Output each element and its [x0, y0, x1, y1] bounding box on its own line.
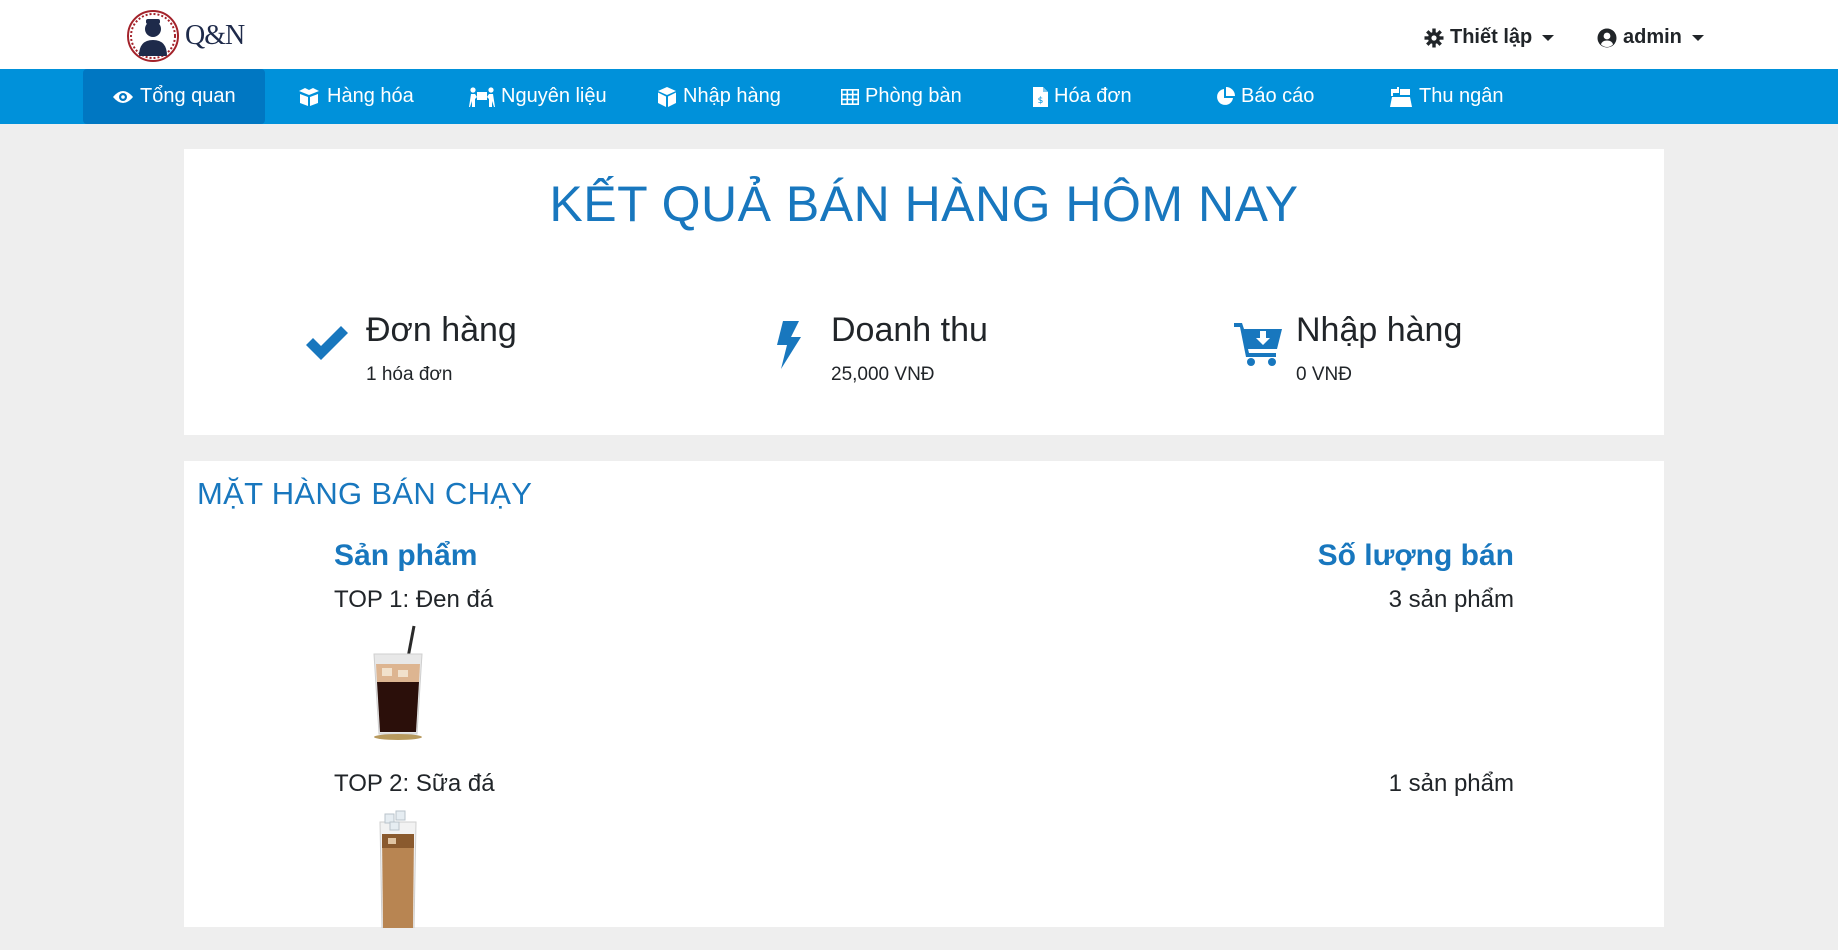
brand-text: Q&N [185, 20, 245, 51]
product-name: TOP 1: Đen đá [334, 586, 494, 613]
page-title: KẾT QUẢ BÁN HÀNG HÔM NAY [549, 176, 1299, 232]
column-header-product: Sản phẩm [334, 539, 478, 572]
svg-text:$: $ [1038, 96, 1044, 106]
nav-item-ingredients[interactable]: Nguyên liệu [469, 69, 607, 124]
main-nav: Tổng quan Hàng hóa Nguyên liệu Nhập hàng [0, 69, 1838, 124]
nav-item-label: Báo cáo [1241, 85, 1315, 107]
nav-item-import[interactable]: Nhập hàng [657, 69, 781, 124]
best-sellers-card: MẶT HÀNG BÁN CHẠY Sản phẩm Số lượng bán … [184, 461, 1664, 928]
list-item[interactable]: TOP 2: Sữa đá 1 sản phẩm [334, 770, 1514, 950]
stat-title: Đơn hàng [366, 311, 517, 349]
iced-milk-coffee-image [379, 810, 417, 928]
column-header-quantity: Số lượng bán [1317, 539, 1514, 572]
nav-item-label: Hóa đơn [1054, 85, 1132, 107]
stat-title: Nhập hàng [1296, 311, 1463, 349]
nav-item-goods[interactable]: Hàng hóa [297, 69, 414, 124]
list-item[interactable]: TOP 1: Đen đá 3 sản phẩm [334, 586, 1514, 766]
stat-revenue: Doanh thu 25,000 VNĐ [769, 311, 1189, 391]
chef-logo-icon [127, 10, 179, 62]
nav-item-rooms[interactable]: Phòng bàn [841, 69, 962, 124]
product-quantity: 3 sản phẩm [1388, 586, 1514, 613]
settings-label: Thiết lập [1450, 26, 1533, 48]
iced-black-coffee-image [373, 625, 423, 740]
nav-item-label: Phòng bàn [865, 85, 962, 107]
brand-logo[interactable]: Q&N [127, 9, 245, 63]
nav-item-label: Nhập hàng [683, 85, 781, 107]
nav-item-cashier[interactable]: Thu ngân [1389, 69, 1504, 124]
user-label: admin [1623, 26, 1682, 48]
nav-item-reports[interactable]: Báo cáo [1215, 69, 1314, 124]
check-icon [306, 326, 348, 360]
cash-register-icon [1390, 86, 1412, 107]
stat-value: 1 hóa đơn [366, 364, 453, 385]
nav-item-invoices[interactable]: $ Hóa đơn [1033, 69, 1132, 124]
nav-item-label: Thu ngân [1419, 85, 1504, 107]
chevron-down-icon [1542, 34, 1555, 41]
table-icon [841, 88, 859, 105]
nav-item-overview[interactable]: Tổng quan [83, 69, 265, 124]
gear-icon [1424, 28, 1444, 47]
chevron-down-icon [1691, 34, 1704, 41]
boxes-icon [299, 87, 319, 106]
section-title: MẶT HÀNG BÁN CHẠY [197, 476, 533, 511]
nav-item-label: Hàng hóa [327, 85, 414, 107]
product-quantity: 1 sản phẩm [1388, 770, 1514, 797]
top-header: Q&N Thiết lập admin [0, 0, 1838, 69]
nav-item-label: Nguyên liệu [501, 85, 607, 107]
stat-title: Doanh thu [831, 311, 988, 349]
cart-download-icon [1234, 323, 1282, 366]
stat-import: Nhập hàng 0 VNĐ [1234, 311, 1654, 391]
stat-orders: Đơn hàng 1 hóa đơn [304, 311, 724, 391]
invoice-icon: $ [1033, 86, 1048, 107]
settings-dropdown[interactable]: Thiết lập [1424, 26, 1555, 49]
chart-pie-icon [1217, 86, 1235, 105]
stat-value: 0 VNĐ [1296, 364, 1352, 385]
box-icon [658, 86, 676, 107]
eye-icon [113, 90, 133, 103]
user-circle-icon [1597, 28, 1617, 47]
user-dropdown[interactable]: admin [1597, 26, 1704, 49]
people-carry-icon [469, 86, 495, 107]
nav-item-label: Tổng quan [140, 85, 236, 107]
today-summary-card: KẾT QUẢ BÁN HÀNG HÔM NAY Đơn hàng 1 hóa … [184, 149, 1664, 435]
stat-value: 25,000 VNĐ [831, 364, 935, 385]
product-name: TOP 2: Sữa đá [334, 770, 495, 797]
bolt-icon [777, 321, 801, 369]
